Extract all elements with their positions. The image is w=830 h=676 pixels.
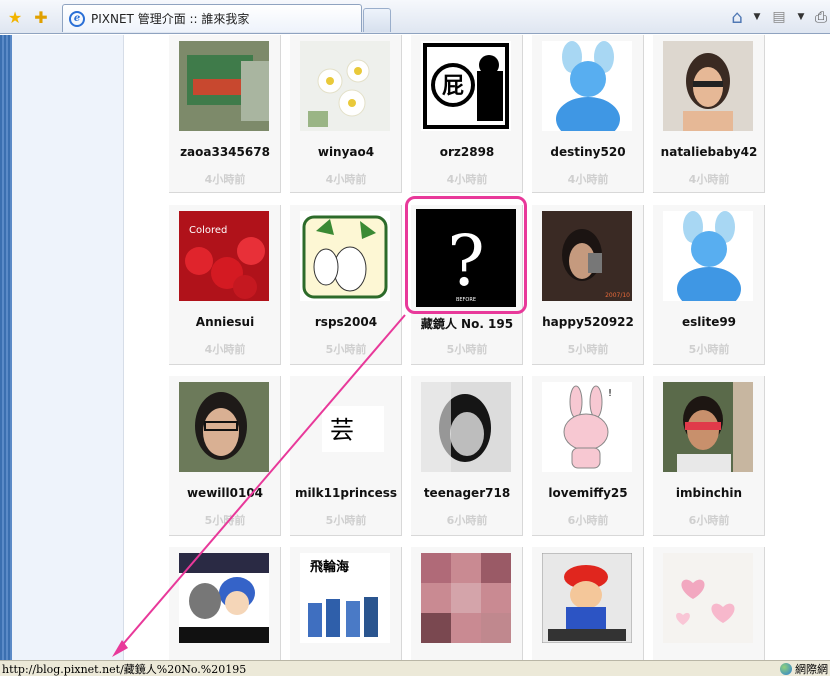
internet-globe-icon <box>780 662 792 675</box>
avatar[interactable]: 屁 <box>421 41 511 131</box>
visit-time: 5小時前 <box>325 514 367 527</box>
avatar[interactable]: 芸 <box>300 382 390 472</box>
avatar[interactable] <box>179 382 269 472</box>
left-decorative-stripe <box>0 35 12 660</box>
browser-window: ★ ✚ e PIXNET 管理介面 :: 誰來我家 ⌂ ▼ ▤ ▼ ⎙ zaoa… <box>0 0 830 676</box>
visitor-name[interactable]: zaoa3345678 <box>159 145 291 159</box>
visit-time: 5小時前 <box>688 343 730 356</box>
avatar[interactable] <box>179 41 269 131</box>
visitor-name[interactable]: lovemiffy25 <box>522 486 654 500</box>
visitor-card[interactable] <box>411 547 523 676</box>
visitor-card[interactable]: rsps2004 5小時前 <box>290 205 402 365</box>
avatar[interactable] <box>421 553 511 643</box>
visitor-name[interactable]: milk11princess <box>280 486 412 500</box>
avatar[interactable] <box>663 382 753 472</box>
status-url: http://blog.pixnet.net/藏鏡人%20No.%20195 <box>2 662 247 676</box>
svg-text:!: ! <box>608 388 612 399</box>
visit-time: 4小時前 <box>204 343 246 356</box>
visitor-name[interactable]: nataliebaby42 <box>643 145 775 159</box>
visitor-card[interactable]: nataliebaby42 4小時前 <box>653 35 765 193</box>
visit-time: 4小時前 <box>688 173 730 186</box>
visit-time: 5小時前 <box>325 343 367 356</box>
visit-time: 4小時前 <box>446 173 488 186</box>
visitor-name[interactable]: Anniesui <box>159 315 291 329</box>
add-favorites-icon[interactable]: ✚ <box>30 6 52 28</box>
home-dropdown-chevron-icon[interactable]: ▼ <box>746 6 768 28</box>
browser-toolbar: ★ ✚ e PIXNET 管理介面 :: 誰來我家 ⌂ ▼ ▤ ▼ ⎙ <box>0 0 830 34</box>
avatar[interactable]: 2007/10 <box>542 211 632 301</box>
visitor-card[interactable]: eslite99 5小時前 <box>653 205 765 365</box>
avatar[interactable] <box>663 553 753 643</box>
ie-page-icon: e <box>69 10 85 27</box>
visitor-card[interactable] <box>653 547 765 676</box>
visitor-card[interactable]: 芸 milk11princess 5小時前 <box>290 376 402 536</box>
avatar[interactable] <box>542 553 632 643</box>
tab-title: PIXNET 管理介面 :: 誰來我家 <box>91 12 250 26</box>
avatar[interactable] <box>421 382 511 472</box>
home-icon[interactable]: ⌂ <box>726 6 748 28</box>
visitor-card[interactable]: zaoa3345678 4小時前 <box>169 35 281 193</box>
visit-time: 4小時前 <box>567 173 609 186</box>
visit-time: 4小時前 <box>325 173 367 186</box>
visitor-card[interactable]: 屁 orz2898 4小時前 <box>411 35 523 193</box>
visitor-name[interactable]: eslite99 <box>643 315 775 329</box>
avatar[interactable] <box>300 211 390 301</box>
visitor-name[interactable]: wewill0104 <box>159 486 291 500</box>
visitor-card[interactable]: winyao4 4小時前 <box>290 35 402 193</box>
svg-text:屁: 屁 <box>442 74 464 99</box>
print-icon[interactable]: ⎙ <box>810 6 830 28</box>
feeds-icon[interactable]: ▤ <box>768 6 790 28</box>
svg-text:2007/10: 2007/10 <box>605 292 630 299</box>
visit-time: 5小時前 <box>446 343 488 356</box>
avatar[interactable] <box>179 553 269 643</box>
visit-time: 5小時前 <box>567 343 609 356</box>
visitor-name[interactable]: teenager718 <box>401 486 533 500</box>
favorites-star-icon[interactable]: ★ <box>4 6 26 28</box>
new-tab-button[interactable] <box>363 8 391 32</box>
svg-text:芸: 芸 <box>330 416 354 444</box>
visitor-card[interactable]: Colored Anniesui 4小時前 <box>169 205 281 365</box>
visit-time: 4小時前 <box>204 173 246 186</box>
visitor-card[interactable] <box>169 547 281 676</box>
visit-time: 6小時前 <box>688 514 730 527</box>
zone-label: 網際網 <box>795 662 828 676</box>
feeds-dropdown-chevron-icon[interactable]: ▼ <box>790 6 812 28</box>
visitor-card[interactable] <box>532 547 644 676</box>
browser-tab-active[interactable]: e PIXNET 管理介面 :: 誰來我家 <box>62 4 362 32</box>
visitor-name[interactable]: orz2898 <box>401 145 533 159</box>
avatar[interactable]: 飛輪海 <box>300 553 390 643</box>
visitor-card[interactable]: wewill0104 5小時前 <box>169 376 281 536</box>
visitor-name[interactable]: 藏鏡人 No. 195 <box>401 315 533 332</box>
visitor-name[interactable]: imbinchin <box>643 486 775 500</box>
visitor-name[interactable]: happy520922 <box>522 315 654 329</box>
avatar[interactable] <box>663 41 753 131</box>
visitor-card[interactable]: imbinchin 6小時前 <box>653 376 765 536</box>
avatar[interactable]: ! <box>542 382 632 472</box>
visitor-card[interactable]: teenager718 6小時前 <box>411 376 523 536</box>
left-sidebar-panel <box>12 35 124 660</box>
status-bar: http://blog.pixnet.net/藏鏡人%20No.%20195 網… <box>0 660 830 676</box>
visitor-name[interactable]: rsps2004 <box>280 315 412 329</box>
highlight-box <box>405 196 527 314</box>
default-avatar-icon[interactable] <box>663 211 753 301</box>
visit-time: 6小時前 <box>446 514 488 527</box>
visit-time: 6小時前 <box>567 514 609 527</box>
visitor-card[interactable]: 2007/10 happy520922 5小時前 <box>532 205 644 365</box>
visit-time: 5小時前 <box>204 514 246 527</box>
default-avatar-icon[interactable] <box>542 41 632 131</box>
visitor-card[interactable]: ! lovemiffy25 6小時前 <box>532 376 644 536</box>
svg-text:飛輪海: 飛輪海 <box>309 559 349 575</box>
avatar[interactable] <box>300 41 390 131</box>
security-zone: 網際網 <box>780 661 830 676</box>
avatar[interactable]: Colored <box>179 211 269 301</box>
visitor-name[interactable]: destiny520 <box>522 145 654 159</box>
visitor-name[interactable]: winyao4 <box>280 145 412 159</box>
svg-text:Colored: Colored <box>189 225 227 236</box>
visitor-card[interactable]: 飛輪海 <box>290 547 402 676</box>
visitor-card[interactable]: destiny520 4小時前 <box>532 35 644 193</box>
